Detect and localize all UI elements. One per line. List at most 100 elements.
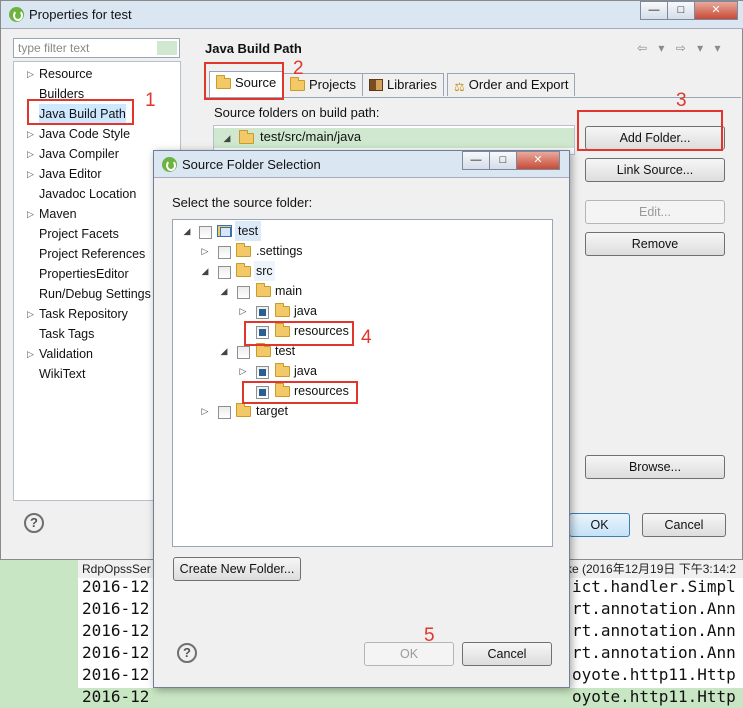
help-icon[interactable]: ? [24,513,44,533]
checkbox-test[interactable] [199,226,212,239]
nav-item-project-references[interactable]: Project References [39,244,145,264]
collapse-icon[interactable]: ◢ [219,281,229,301]
folder-icon [236,403,251,417]
clear-filter-icon[interactable] [157,41,177,55]
folder-icon [256,343,271,357]
annotation-box-java-build-path [27,99,134,125]
nav-item-maven[interactable]: Maven [39,204,77,224]
projects-icon [290,77,305,91]
help-icon[interactable]: ? [177,643,197,663]
spring-logo-icon [9,7,24,22]
expand-icon[interactable]: ▷ [238,361,248,381]
title-bar: Properties for test — □ ✕ [1,1,743,29]
tree-node-main[interactable]: main [275,281,302,301]
source-folders-label: Source folders on build path: [214,105,380,120]
expand-icon[interactable]: ▷ [27,144,34,164]
expand-icon[interactable]: ▷ [27,124,34,144]
checkbox-test-dir[interactable] [237,346,250,359]
link-source-button[interactable]: Link Source... [585,158,725,182]
annotation-number: 1 [145,90,156,111]
expand-icon[interactable]: ▷ [27,344,34,364]
annotation-box-source-tab [204,62,284,100]
nav-item-properties-editor[interactable]: PropertiesEditor [39,264,129,284]
dialog-window-controls: — □ ✕ [462,151,560,170]
checkbox-test-java[interactable] [256,366,269,379]
annotation-number: 2 [293,58,304,79]
tree-node-test[interactable]: test [235,221,262,241]
project-icon [217,225,232,237]
expand-icon[interactable]: ▷ [27,164,34,184]
maximize-icon[interactable]: □ [667,1,695,20]
checkbox-main-java[interactable] [256,306,269,319]
browse-button[interactable]: Browse... [585,455,725,479]
tab-libraries[interactable]: Libraries [362,73,444,96]
tree-node-settings[interactable]: .settings [256,241,303,261]
nav-item-java-compiler[interactable]: Java Compiler [39,144,119,164]
collapse-icon[interactable]: ◢ [219,341,229,361]
remove-button[interactable]: Remove [585,232,725,256]
nav-item-java-code-style[interactable]: Java Code Style [39,124,130,144]
annotation-number: 3 [676,90,687,111]
dialog-cancel-button[interactable]: Cancel [462,642,552,666]
minimize-icon[interactable]: — [462,151,490,170]
nav-item-project-facets[interactable]: Project Facets [39,224,119,244]
nav-item-task-repository[interactable]: Task Repository [39,304,128,324]
collapse-icon[interactable]: ◢ [222,128,232,148]
minimize-icon[interactable]: — [640,1,668,20]
folder-icon [236,263,251,277]
ok-button[interactable]: OK [569,513,630,537]
package-folder-icon [239,130,254,144]
tab-order-and-export[interactable]: ⚖ Order and Export [447,73,576,96]
annotation-box-test-resources [242,381,358,404]
create-new-folder-button[interactable]: Create New Folder... [173,557,301,581]
tab-divider [205,97,741,98]
tree-node-main-java[interactable]: java [294,301,317,321]
nav-item-run-debug-settings[interactable]: Run/Debug Settings [39,284,151,304]
window-controls: — □ ✕ [640,1,738,20]
dialog-title: Source Folder Selection [182,157,321,172]
collapse-icon[interactable]: ◢ [200,261,210,281]
libraries-icon [369,79,383,91]
tree-node-src[interactable]: src [254,261,275,281]
folder-icon [236,243,251,257]
nav-item-wikitext[interactable]: WikiText [39,364,86,384]
close-icon[interactable]: ✕ [516,151,560,170]
expand-icon[interactable]: ▷ [27,304,34,324]
nav-item-resource[interactable]: Resource [39,64,93,84]
dialog-ok-button[interactable]: OK [364,642,454,666]
collapse-icon[interactable]: ◢ [182,221,192,241]
nav-item-javadoc-location[interactable]: Javadoc Location [39,184,136,204]
history-nav-icon[interactable]: ⇦ ▾ ⇨ ▾ ▾ [637,41,725,55]
folder-icon [275,363,290,377]
checkbox-src[interactable] [218,266,231,279]
nav-item-java-editor[interactable]: Java Editor [39,164,102,184]
console-line: 2016-12 oyote.http11.Http [82,687,736,706]
annotation-number: 4 [361,327,372,348]
expand-icon[interactable]: ▷ [238,301,248,321]
checkbox-settings[interactable] [218,246,231,259]
edit-button[interactable]: Edit... [585,200,725,224]
console-process-name: RdpOpssSer [82,562,151,576]
window-title: Properties for test [29,7,132,22]
expand-icon[interactable]: ▷ [27,64,34,84]
expand-icon[interactable]: ▷ [200,241,210,261]
filter-placeholder: type filter text [18,41,90,55]
cancel-button[interactable]: Cancel [642,513,726,537]
annotation-box-main-resources [244,321,354,346]
folder-icon [256,283,271,297]
filter-input[interactable]: type filter text [13,38,180,58]
nav-item-task-tags[interactable]: Task Tags [39,324,94,344]
spring-logo-icon [162,157,177,172]
expand-icon[interactable]: ▷ [200,401,210,421]
nav-item-validation[interactable]: Validation [39,344,93,364]
page-title: Java Build Path [205,41,302,56]
list-item[interactable]: ◢ test/src/main/java [214,128,574,148]
maximize-icon[interactable]: □ [489,151,517,170]
tree-node-target[interactable]: target [256,401,288,421]
select-folder-label: Select the source folder: [172,195,313,210]
close-icon[interactable]: ✕ [694,1,738,20]
checkbox-main[interactable] [237,286,250,299]
tree-node-test-java[interactable]: java [294,361,317,381]
expand-icon[interactable]: ▷ [27,204,34,224]
checkbox-target[interactable] [218,406,231,419]
